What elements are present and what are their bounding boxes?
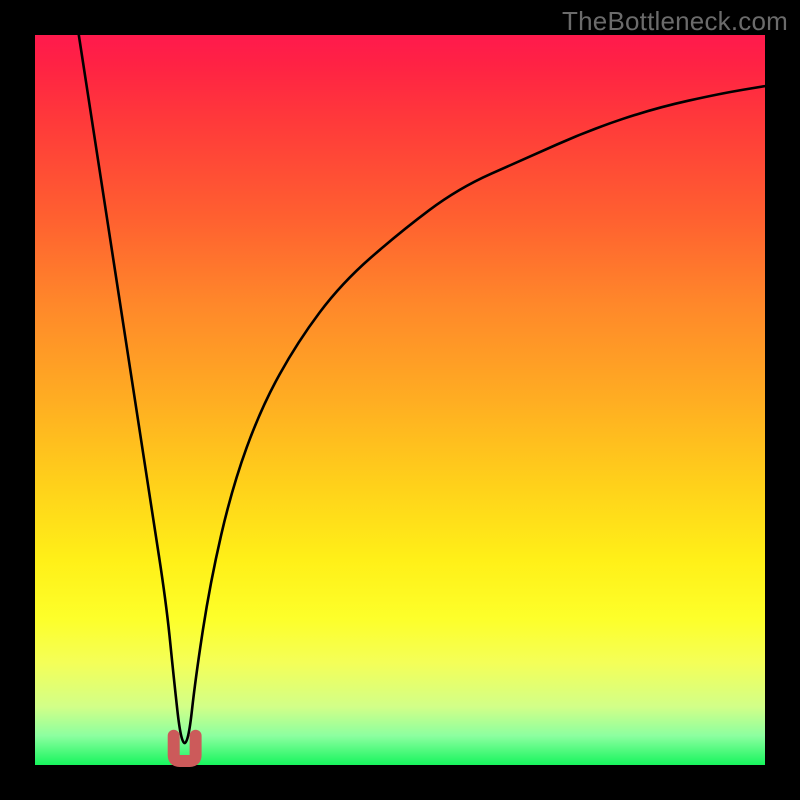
- curve-layer: [35, 35, 765, 765]
- optimal-u-marker: [174, 736, 196, 761]
- chart-frame: TheBottleneck.com: [0, 0, 800, 800]
- gradient-plot-area: [35, 35, 765, 765]
- attribution-text: TheBottleneck.com: [562, 6, 788, 37]
- bottleneck-curve-path: [79, 35, 765, 743]
